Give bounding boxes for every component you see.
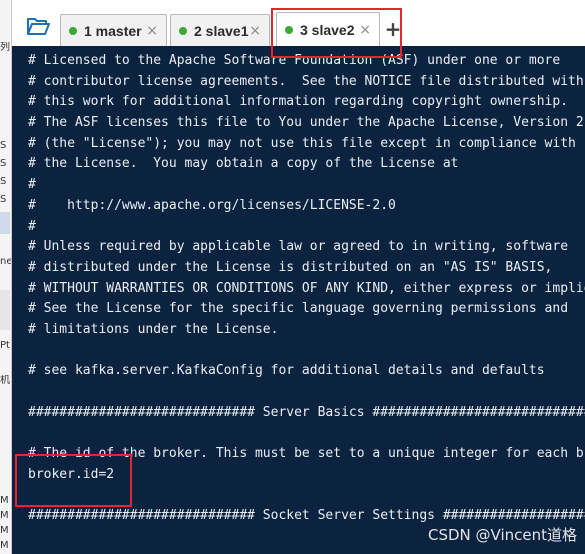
terminal-line: ############################# Server Bas…: [28, 404, 585, 420]
strip-text: S: [0, 194, 7, 205]
strip-text: M: [0, 510, 9, 521]
terminal-line: broker.id=2: [28, 466, 115, 482]
tab-label: 3 slave2: [300, 21, 355, 38]
strip-text: Pt: [0, 340, 10, 351]
terminal-window[interactable]: # Licensed to the Apache Software Founda…: [12, 46, 585, 554]
terminal-line: # See the License for the specific langu…: [28, 301, 569, 317]
watermark-text: CSDN @Vincent道格: [427, 526, 577, 544]
terminal-line: # this work for additional information r…: [28, 94, 569, 110]
tab-label: 1 master: [84, 22, 142, 39]
terminal-line: # limitations under the License.: [28, 321, 279, 337]
terminal-line: # http://www.apache.org/licenses/LICENSE…: [28, 197, 396, 213]
background-window-strip: 列 S S S S ne Pt 机 M M M M: [0, 0, 12, 554]
strip-text: S: [0, 158, 7, 169]
folder-open-icon[interactable]: [26, 15, 50, 37]
session-tab-bar: 1 master × 2 slave1 × 3 slave2 × +: [12, 8, 585, 46]
tab-slave2[interactable]: 3 slave2 ×: [276, 12, 380, 46]
strip-text: S: [0, 176, 7, 187]
terminal-line: #: [28, 218, 36, 234]
terminal-line: # Licensed to the Apache Software Founda…: [28, 53, 561, 68]
close-icon[interactable]: ×: [249, 23, 261, 39]
status-dot-icon: [69, 26, 77, 35]
close-icon[interactable]: ×: [359, 22, 371, 38]
tab-slave1[interactable]: 2 slave1 ×: [170, 14, 270, 46]
strip-text: S: [0, 140, 7, 151]
strip-text: ne: [0, 256, 12, 267]
strip-text: 机: [0, 375, 10, 386]
terminal-line: # (the "License"); you may not use this …: [28, 135, 576, 151]
terminal-output: # Licensed to the Apache Software Founda…: [28, 51, 585, 527]
tab-label: 2 slave1: [194, 22, 249, 39]
terminal-line: # Unless required by applicable law or a…: [28, 239, 569, 255]
strip-text: M: [0, 525, 9, 536]
terminal-line: # see kafka.server.KafkaConfig for addit…: [28, 363, 545, 379]
terminal-line: # the License. You may obtain a copy of …: [28, 156, 459, 172]
strip-block: [0, 212, 10, 234]
strip-text: M: [0, 495, 9, 506]
status-dot-icon: [285, 25, 293, 34]
status-dot-icon: [179, 26, 187, 35]
terminal-line: # The ASF licenses this file to You unde…: [28, 115, 585, 131]
strip-text: 列: [0, 42, 10, 53]
terminal-line: # contributor license agreements. See th…: [28, 73, 584, 89]
strip-block: [0, 290, 10, 330]
strip-text: M: [0, 540, 9, 551]
terminal-line: # distributed under the License is distr…: [28, 259, 553, 275]
tab-master[interactable]: 1 master ×: [60, 14, 167, 46]
terminal-line: # The id of the broker. This must be set…: [28, 446, 585, 462]
close-icon[interactable]: ×: [146, 23, 158, 39]
add-tab-button[interactable]: +: [384, 18, 402, 40]
terminal-line: # WITHOUT WARRANTIES OR CONDITIONS OF AN…: [28, 280, 585, 296]
terminal-line: #: [28, 177, 36, 193]
